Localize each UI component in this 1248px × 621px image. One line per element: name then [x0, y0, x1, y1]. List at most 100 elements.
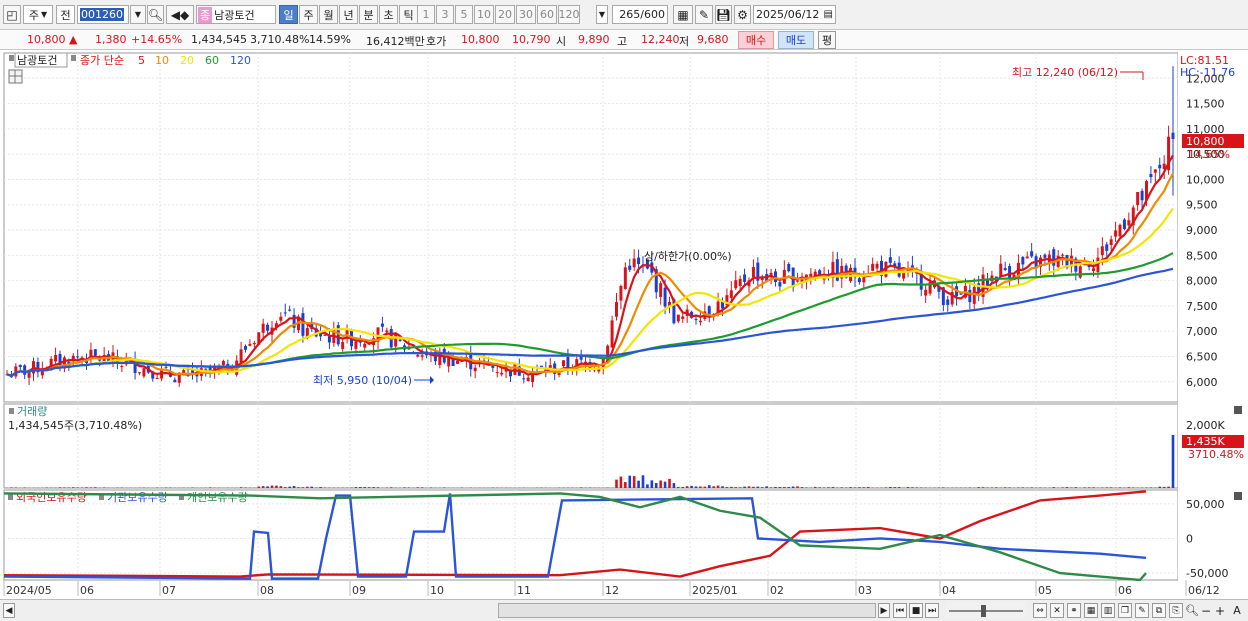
interval-button-4[interactable]: 20	[495, 5, 515, 24]
code-dropdown-icon[interactable]: ▼	[130, 5, 146, 24]
period-tab-3[interactable]: 년	[339, 5, 358, 24]
fit-icon[interactable]: ⇔	[1033, 603, 1047, 618]
prev-button[interactable]: 전	[56, 5, 75, 24]
chart-scrollbar[interactable]: ◀ ▶ ⏮ ■ ⏭ ⇔ ✕ ⚭ ▦ ▥ ❐ ✎ ⧉ ⎘ 🔍︎ − + A	[0, 599, 1248, 621]
current-price: 10,800 ▲	[27, 33, 78, 46]
candle-body	[500, 372, 504, 375]
candle-body	[456, 360, 459, 364]
buy-button[interactable]: 매수	[738, 31, 774, 49]
candle-body	[398, 339, 402, 341]
candle-body	[526, 377, 530, 381]
price-y-tick: 6,500	[1186, 350, 1218, 363]
stock-chart[interactable]: 6,000 6,500 7,000 7,500 8,000 8,500 9,000 9,500…	[0, 50, 1248, 599]
interval-button-2[interactable]: 5	[455, 5, 473, 24]
low-label: 저	[679, 35, 690, 48]
candle-body	[204, 368, 208, 370]
volume-bar	[1149, 487, 1153, 488]
candle-body	[871, 263, 875, 271]
volume-bar	[906, 487, 910, 488]
first-page-icon[interactable]: ⏮	[893, 603, 907, 618]
layout-icon[interactable]: ◰	[3, 5, 21, 24]
scroll-right-icon[interactable]: ▶	[878, 603, 890, 618]
volume-bar	[752, 486, 755, 488]
search-icon[interactable]: 🔍︎	[147, 5, 164, 24]
grid-icon[interactable]: ▦	[1084, 603, 1098, 618]
stop-icon[interactable]: ■	[909, 603, 923, 618]
settings-gear-icon[interactable]: ⚙	[734, 5, 751, 24]
date-value: 2025/06/12	[756, 8, 820, 21]
legend-marker-icon	[9, 55, 14, 61]
period-tab-6[interactable]: 틱	[399, 5, 418, 24]
volume-bar	[915, 487, 919, 488]
interval-button-7[interactable]: 120	[558, 5, 580, 24]
font-size-icon[interactable]: A	[1230, 603, 1244, 618]
x-axis-label: 06	[80, 584, 94, 597]
volume-bar	[703, 486, 707, 488]
volume-bar	[297, 487, 300, 488]
count-input[interactable]: 265/600	[612, 5, 668, 24]
zoom-out-icon[interactable]: −	[1200, 603, 1212, 618]
volume-bar	[995, 487, 998, 488]
period-tab-2[interactable]: 월	[319, 5, 338, 24]
volume-bar	[721, 486, 724, 488]
indicator-icon[interactable]: ▦	[673, 5, 693, 24]
zoom-in-icon[interactable]: +	[1214, 603, 1226, 618]
candle-body	[173, 379, 177, 383]
volume-bar	[1109, 487, 1113, 488]
period-tab-1[interactable]: 주	[299, 5, 318, 24]
chart-type-select[interactable]: 주 ▼	[23, 5, 53, 24]
speaker-icon[interactable]: ◀◆	[166, 5, 194, 24]
draw-tool-icon[interactable]: ✎	[695, 5, 713, 24]
date-input[interactable]: 2025/06/12 ▤	[753, 5, 836, 24]
x-axis-label: 09	[352, 584, 366, 597]
save-icon[interactable]: 💾︎	[715, 5, 732, 24]
scroll-left-icon[interactable]: ◀	[3, 603, 15, 618]
volume-bar	[893, 487, 897, 488]
volume-y-tick: 2,000K	[1186, 419, 1225, 432]
stock-name-field[interactable]: 종 남광토건	[196, 5, 276, 24]
sell-button[interactable]: 매도	[778, 31, 814, 49]
interval-dropdown-icon[interactable]: ▼	[596, 5, 608, 24]
period-tab-5[interactable]: 초	[379, 5, 398, 24]
interval-button-3[interactable]: 10	[474, 5, 494, 24]
x-axis-label: 2024/05	[6, 584, 52, 597]
candle-body	[615, 302, 618, 317]
candle-body	[266, 324, 270, 331]
pen-icon[interactable]: ✎	[1135, 603, 1149, 618]
zoom-slider[interactable]	[946, 603, 1026, 618]
interval-button-6[interactable]: 60	[537, 5, 557, 24]
period-tab-0[interactable]: 일	[279, 5, 298, 24]
candle-body	[1092, 268, 1095, 271]
link-icon[interactable]: ⚭	[1067, 603, 1081, 618]
scroll-thumb[interactable]	[498, 603, 876, 618]
price-y-tick: 7,500	[1186, 300, 1218, 313]
price-tooltip: 상/하한가(0.00%)	[644, 249, 732, 263]
eval-button[interactable]: 평	[818, 31, 836, 49]
volume-bar	[1039, 487, 1042, 488]
volume-bar	[1092, 487, 1095, 488]
last-page-icon[interactable]: ⏭	[925, 603, 939, 618]
volume-bar	[279, 486, 283, 488]
interval-button-5[interactable]: 30	[516, 5, 536, 24]
image-icon[interactable]: ⧉	[1152, 603, 1166, 618]
copy-icon[interactable]: ⎘	[1169, 603, 1183, 618]
volume-bar	[858, 487, 861, 488]
volume-bar	[420, 487, 424, 488]
calendar-icon[interactable]: ▤	[824, 9, 833, 20]
volume-bar	[924, 487, 927, 488]
interval-button-0[interactable]: 1	[417, 5, 435, 24]
volume-bar	[367, 487, 371, 488]
stock-code-input[interactable]: 001260	[77, 5, 129, 24]
zoom-search-icon[interactable]: 🔍︎	[1185, 603, 1199, 618]
candle-body	[946, 299, 950, 305]
cross-icon[interactable]: ✕	[1050, 603, 1064, 618]
layers-icon[interactable]: ❐	[1118, 603, 1132, 618]
bars-icon[interactable]: ▥	[1101, 603, 1115, 618]
stock-name: 남광토건	[214, 8, 255, 22]
candle-body	[491, 365, 495, 368]
period-tab-4[interactable]: 분	[359, 5, 378, 24]
candle-body	[177, 374, 181, 383]
hc-label: HC:-11.76	[1180, 66, 1235, 79]
interval-button-1[interactable]: 3	[436, 5, 454, 24]
candle-body	[341, 342, 345, 349]
